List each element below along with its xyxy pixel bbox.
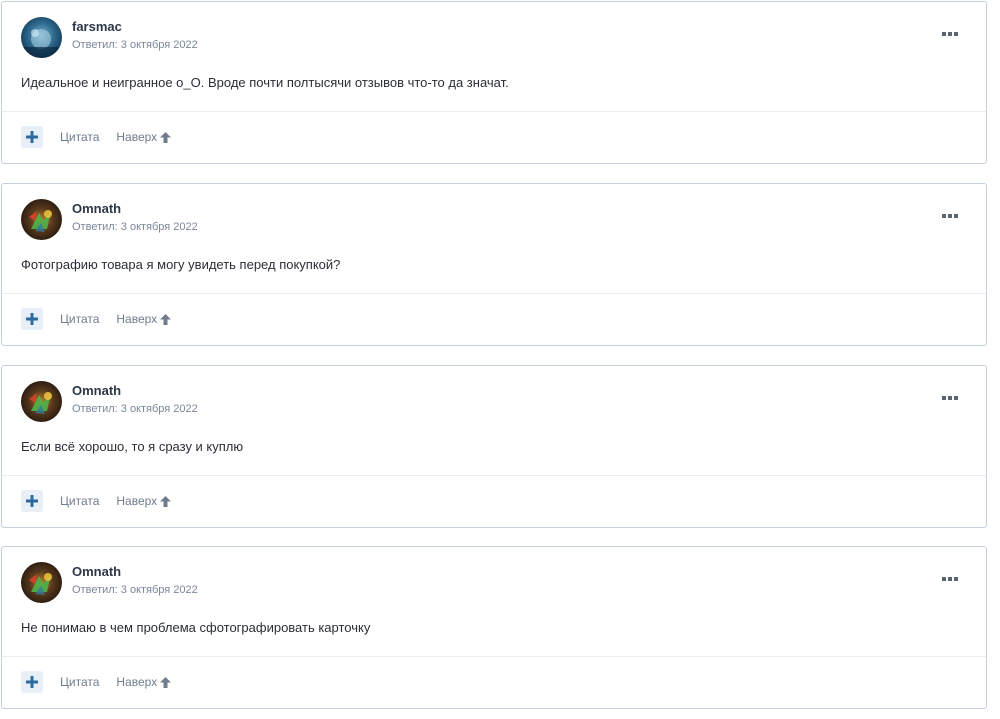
top-button[interactable]: Наверх — [116, 130, 172, 144]
post-content: Если всё хорошо, то я сразу и куплю — [21, 439, 244, 454]
top-button-label: Наверх — [116, 494, 158, 508]
plus-icon — [26, 131, 38, 143]
reaction-button[interactable] — [21, 490, 43, 512]
reaction-button[interactable] — [21, 126, 43, 148]
comment-post: farsmac Ответил: 3 октября 2022 Идеально… — [1, 1, 987, 164]
plus-icon — [26, 495, 38, 507]
plus-icon — [26, 313, 38, 325]
omnath-avatar-image — [21, 381, 62, 422]
arrow-up-icon — [160, 495, 172, 507]
divider — [2, 656, 986, 657]
post-date[interactable]: Ответил: 3 октября 2022 — [72, 584, 198, 596]
top-button[interactable]: Наверх — [116, 494, 172, 508]
farsmac-avatar-image — [21, 17, 62, 58]
avatar[interactable] — [21, 381, 62, 422]
quote-button[interactable]: Цитата — [60, 494, 99, 508]
post-content: Не понимаю в чем проблема сфотографирова… — [21, 620, 371, 635]
top-button[interactable]: Наверх — [116, 675, 172, 689]
post-actions: Цитата Наверх — [21, 126, 172, 148]
post-actions: Цитата Наверх — [21, 671, 172, 693]
post-date[interactable]: Ответил: 3 октября 2022 — [72, 403, 198, 415]
avatar[interactable] — [21, 199, 62, 240]
divider — [2, 111, 986, 112]
author-name[interactable]: farsmac — [72, 19, 122, 34]
top-button-label: Наверх — [116, 675, 158, 689]
more-options-icon[interactable] — [942, 24, 958, 36]
quote-button[interactable]: Цитата — [60, 130, 99, 144]
top-button[interactable]: Наверх — [116, 312, 172, 326]
avatar[interactable] — [21, 562, 62, 603]
post-content: Фотографию товара я могу увидеть перед п… — [21, 257, 341, 272]
arrow-up-icon — [160, 676, 172, 688]
arrow-up-icon — [160, 131, 172, 143]
more-options-icon[interactable] — [942, 569, 958, 581]
reaction-button[interactable] — [21, 671, 43, 693]
omnath-avatar-image — [21, 562, 62, 603]
comment-post: Omnath Ответил: 3 октября 2022 Если всё … — [1, 365, 987, 528]
omnath-avatar-image — [21, 199, 62, 240]
comment-post: Omnath Ответил: 3 октября 2022 Фотографи… — [1, 183, 987, 346]
post-content: Идеальное и неигранное о_О. Вроде почти … — [21, 75, 509, 90]
post-date[interactable]: Ответил: 3 октября 2022 — [72, 221, 198, 233]
plus-icon — [26, 676, 38, 688]
quote-button[interactable]: Цитата — [60, 312, 99, 326]
comment-post: Omnath Ответил: 3 октября 2022 Не понима… — [1, 546, 987, 709]
post-date[interactable]: Ответил: 3 октября 2022 — [72, 39, 198, 51]
top-button-label: Наверх — [116, 312, 158, 326]
author-name[interactable]: Omnath — [72, 201, 121, 216]
quote-button[interactable]: Цитата — [60, 675, 99, 689]
post-actions: Цитата Наверх — [21, 308, 172, 330]
avatar[interactable] — [21, 17, 62, 58]
more-options-icon[interactable] — [942, 206, 958, 218]
arrow-up-icon — [160, 313, 172, 325]
top-button-label: Наверх — [116, 130, 158, 144]
more-options-icon[interactable] — [942, 388, 958, 400]
author-name[interactable]: Omnath — [72, 564, 121, 579]
divider — [2, 475, 986, 476]
author-name[interactable]: Omnath — [72, 383, 121, 398]
post-actions: Цитата Наверх — [21, 490, 172, 512]
reaction-button[interactable] — [21, 308, 43, 330]
divider — [2, 293, 986, 294]
